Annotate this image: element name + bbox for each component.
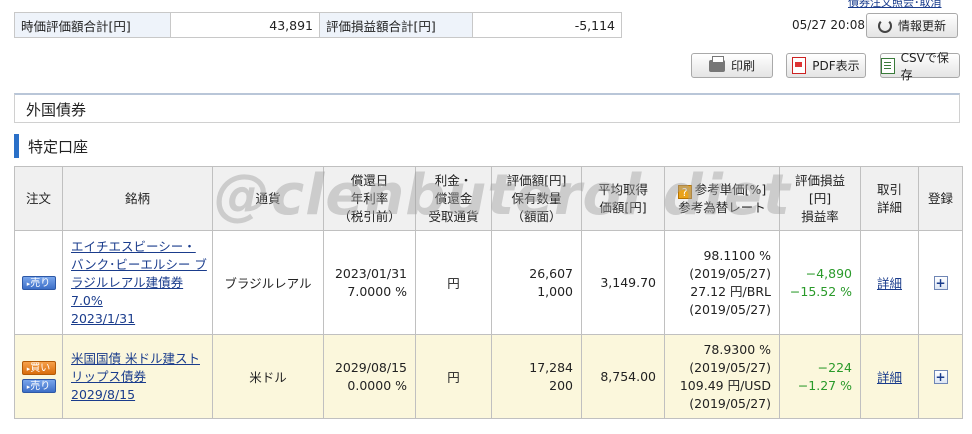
th-pnl: 評価損益 [円] 損益率 xyxy=(779,166,861,231)
pdf-label: PDF表示 xyxy=(812,59,860,73)
th-detail: 取引 詳細 xyxy=(860,166,919,231)
order-cell: ▸売り xyxy=(14,230,63,335)
interest-currency-cell: 円 xyxy=(415,334,492,419)
th-avg-cost: 平均取得 価額[円] xyxy=(581,166,665,231)
market-value: 43,891 xyxy=(170,12,320,38)
refresh-icon xyxy=(877,18,892,33)
help-icon[interactable]: ? xyxy=(677,184,692,199)
pnl-label: 評価損益額合計[円] xyxy=(319,12,473,38)
sell-button[interactable]: ▸売り xyxy=(21,378,56,393)
currency-cell: ブラジルレアル xyxy=(212,230,324,335)
avg-cost-cell: 8,754.00 xyxy=(581,334,665,419)
redemption-cell: 2023/01/31 7.0000 % xyxy=(323,230,416,335)
register-plus-icon[interactable]: + xyxy=(933,370,948,384)
section-title: 外国債券 xyxy=(26,101,87,119)
table-row: ▸買い ▸売り 米国国債 米ドル建ストリップス債券 2029/8/15 米ドル … xyxy=(14,334,963,419)
pnl-total: -5,114 xyxy=(472,12,622,38)
order-cell: ▸買い ▸売り xyxy=(14,334,63,419)
detail-cell: 詳細 xyxy=(860,230,919,335)
th-valuation: 評価額[円] 保有数量 （額面） xyxy=(491,166,582,231)
timestamp: 05/27 20:08 xyxy=(792,18,865,32)
summary-table: 時価評価額合計[円] 43,891 評価損益額合計[円] -5,114 xyxy=(14,12,622,38)
register-cell: + xyxy=(918,230,963,335)
th-order: 注文 xyxy=(14,166,63,231)
th-register: 登録 xyxy=(918,166,963,231)
order-inquiry-link[interactable]: 債券注文照会･取消 xyxy=(848,0,942,10)
pdf-icon xyxy=(792,57,807,74)
csv-label: CSVで保存 xyxy=(900,50,949,82)
holdings-table: 注文 銘柄 通貨 償還日 年利率 （税引前） 利金・ 償還金 受取通貨 評価額[… xyxy=(14,166,963,419)
detail-cell: 詳細 xyxy=(860,334,919,419)
register-cell: + xyxy=(918,334,963,419)
interest-currency-cell: 円 xyxy=(415,230,492,335)
pnl-cell: −224 −1.27 % xyxy=(779,334,861,419)
issue-cell: エイチエスビーシー・バンク･ビーエルシー ブラジルレアル建債券 7.0% 202… xyxy=(62,230,213,335)
valuation-cell: 26,607 1,000 xyxy=(491,230,582,335)
reference-price-cell: 98.1100 % (2019/05/27) 27.12 円/BRL (2019… xyxy=(664,230,780,335)
avg-cost-cell: 3,149.70 xyxy=(581,230,665,335)
account-title: 特定口座 xyxy=(28,138,89,156)
th-redemption: 償還日 年利率 （税引前） xyxy=(323,166,416,231)
th-currency: 通貨 xyxy=(212,166,324,231)
issue-date-link[interactable]: 2023/1/31 xyxy=(71,311,135,326)
issue-date-link[interactable]: 2029/8/15 xyxy=(71,387,135,402)
section-header xyxy=(14,93,960,123)
table-row: ▸売り エイチエスビーシー・バンク･ビーエルシー ブラジルレアル建債券 7.0%… xyxy=(14,230,963,335)
pdf-button[interactable]: PDF表示 xyxy=(786,53,866,78)
detail-link[interactable]: 詳細 xyxy=(877,276,902,291)
issue-link[interactable]: 米国国債 米ドル建ストリップス債券 xyxy=(71,351,200,384)
register-plus-icon[interactable]: + xyxy=(933,276,948,290)
th-interest-currency: 利金・ 償還金 受取通貨 xyxy=(415,166,492,231)
th-issue: 銘柄 xyxy=(62,166,213,231)
header-row: 注文 銘柄 通貨 償還日 年利率 （税引前） 利金・ 償還金 受取通貨 評価額[… xyxy=(14,166,963,231)
refresh-button[interactable]: 情報更新 xyxy=(866,13,958,38)
account-title-bar xyxy=(14,134,19,158)
print-button[interactable]: 印刷 xyxy=(691,53,773,78)
detail-link[interactable]: 詳細 xyxy=(877,370,902,385)
refresh-label: 情報更新 xyxy=(897,19,946,33)
pnl-cell: −4,890 −15.52 % xyxy=(779,230,861,335)
printer-icon xyxy=(708,55,725,72)
buy-button[interactable]: ▸買い xyxy=(21,360,56,375)
sell-button[interactable]: ▸売り xyxy=(21,275,56,290)
csv-button[interactable]: CSVで保存 xyxy=(880,51,960,82)
issue-link[interactable]: エイチエスビーシー・バンク･ビーエルシー ブラジルレアル建債券 7.0% xyxy=(71,239,207,308)
reference-price-cell: 78.9300 % (2019/05/27) 109.49 円/USD (201… xyxy=(664,334,780,419)
valuation-cell: 17,284 200 xyxy=(491,334,582,419)
th-reference-price: ? 参考単価[%] 参考為替レート xyxy=(664,166,780,231)
redemption-cell: 2029/08/15 0.0000 % xyxy=(323,334,416,419)
print-label: 印刷 xyxy=(730,59,755,73)
market-value-label: 時価評価額合計[円] xyxy=(14,12,171,38)
issue-cell: 米国国債 米ドル建ストリップス債券 2029/8/15 xyxy=(62,334,213,419)
currency-cell: 米ドル xyxy=(212,334,324,419)
csv-icon xyxy=(881,57,895,74)
